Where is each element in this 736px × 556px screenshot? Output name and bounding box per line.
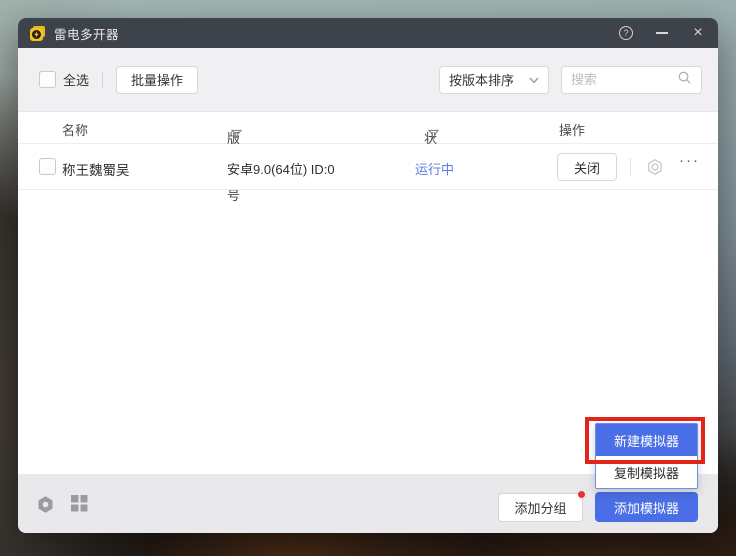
row-checkbox[interactable] xyxy=(39,158,56,175)
emulator-version: 安卓9.0(64位) ID:0 xyxy=(227,159,335,178)
sort-dropdown-value: 按版本排序 xyxy=(449,70,529,89)
chevron-down-icon xyxy=(529,71,539,89)
minimize-icon xyxy=(656,32,668,34)
column-header-name: 名称 xyxy=(62,120,88,139)
row-action-divider xyxy=(630,158,631,176)
lightning-bolt-icon xyxy=(32,30,41,39)
filter-funnel-icon[interactable] xyxy=(428,128,439,143)
add-emulator-button[interactable]: 添加模拟器 xyxy=(595,492,698,522)
search-input[interactable] xyxy=(571,72,677,87)
search-box xyxy=(561,66,702,94)
menu-item-copy-emulator[interactable]: 复制模拟器 xyxy=(596,456,697,488)
yellow-sheet-icon xyxy=(30,28,43,41)
emulator-row: 称王魏蜀吴 安卓9.0(64位) ID:0 运行中 关闭 ··· xyxy=(18,144,718,190)
ldplayer-multi-instance-window: 雷电多开器 ? × 全选 批量操作 按版本排序 xyxy=(18,18,718,533)
titlebar: 雷电多开器 ? × xyxy=(18,18,718,48)
settings-nut-icon[interactable] xyxy=(646,158,664,181)
column-header-action: 操作 xyxy=(559,120,585,139)
grid-view-icon[interactable] xyxy=(71,495,88,517)
select-all-checkbox[interactable] xyxy=(39,71,56,88)
sort-dropdown[interactable]: 按版本排序 xyxy=(439,66,549,94)
close-emulator-button[interactable]: 关闭 xyxy=(557,153,617,181)
add-group-label: 添加分组 xyxy=(514,498,566,517)
close-button[interactable]: × xyxy=(690,25,706,41)
more-options-icon[interactable]: ··· xyxy=(679,152,700,169)
window-controls: ? × xyxy=(618,25,706,41)
add-group-button[interactable]: 添加分组 xyxy=(498,493,583,522)
add-emulator-popup-menu: 新建模拟器 复制模拟器 xyxy=(595,423,698,489)
toolbar: 全选 批量操作 按版本排序 xyxy=(18,48,718,112)
toolbar-divider xyxy=(102,72,103,88)
batch-operations-button[interactable]: 批量操作 xyxy=(116,66,198,94)
menu-item-new-emulator[interactable]: 新建模拟器 xyxy=(596,424,697,456)
question-mark-icon: ? xyxy=(619,26,633,40)
minimize-button[interactable] xyxy=(654,25,670,41)
search-icon xyxy=(677,70,692,90)
emulator-name: 称王魏蜀吴 xyxy=(62,159,130,179)
filter-funnel-icon[interactable] xyxy=(231,128,242,143)
app-logo-icon xyxy=(30,26,46,41)
emulator-status: 运行中 xyxy=(415,159,454,178)
global-settings-icon[interactable] xyxy=(36,495,55,519)
notification-dot-badge xyxy=(578,491,585,498)
select-all-label: 全选 xyxy=(63,70,89,89)
table-header: 名称 版本/编号 状态 操作 xyxy=(18,112,718,144)
window-title: 雷电多开器 xyxy=(54,24,119,43)
help-button[interactable]: ? xyxy=(618,25,634,41)
